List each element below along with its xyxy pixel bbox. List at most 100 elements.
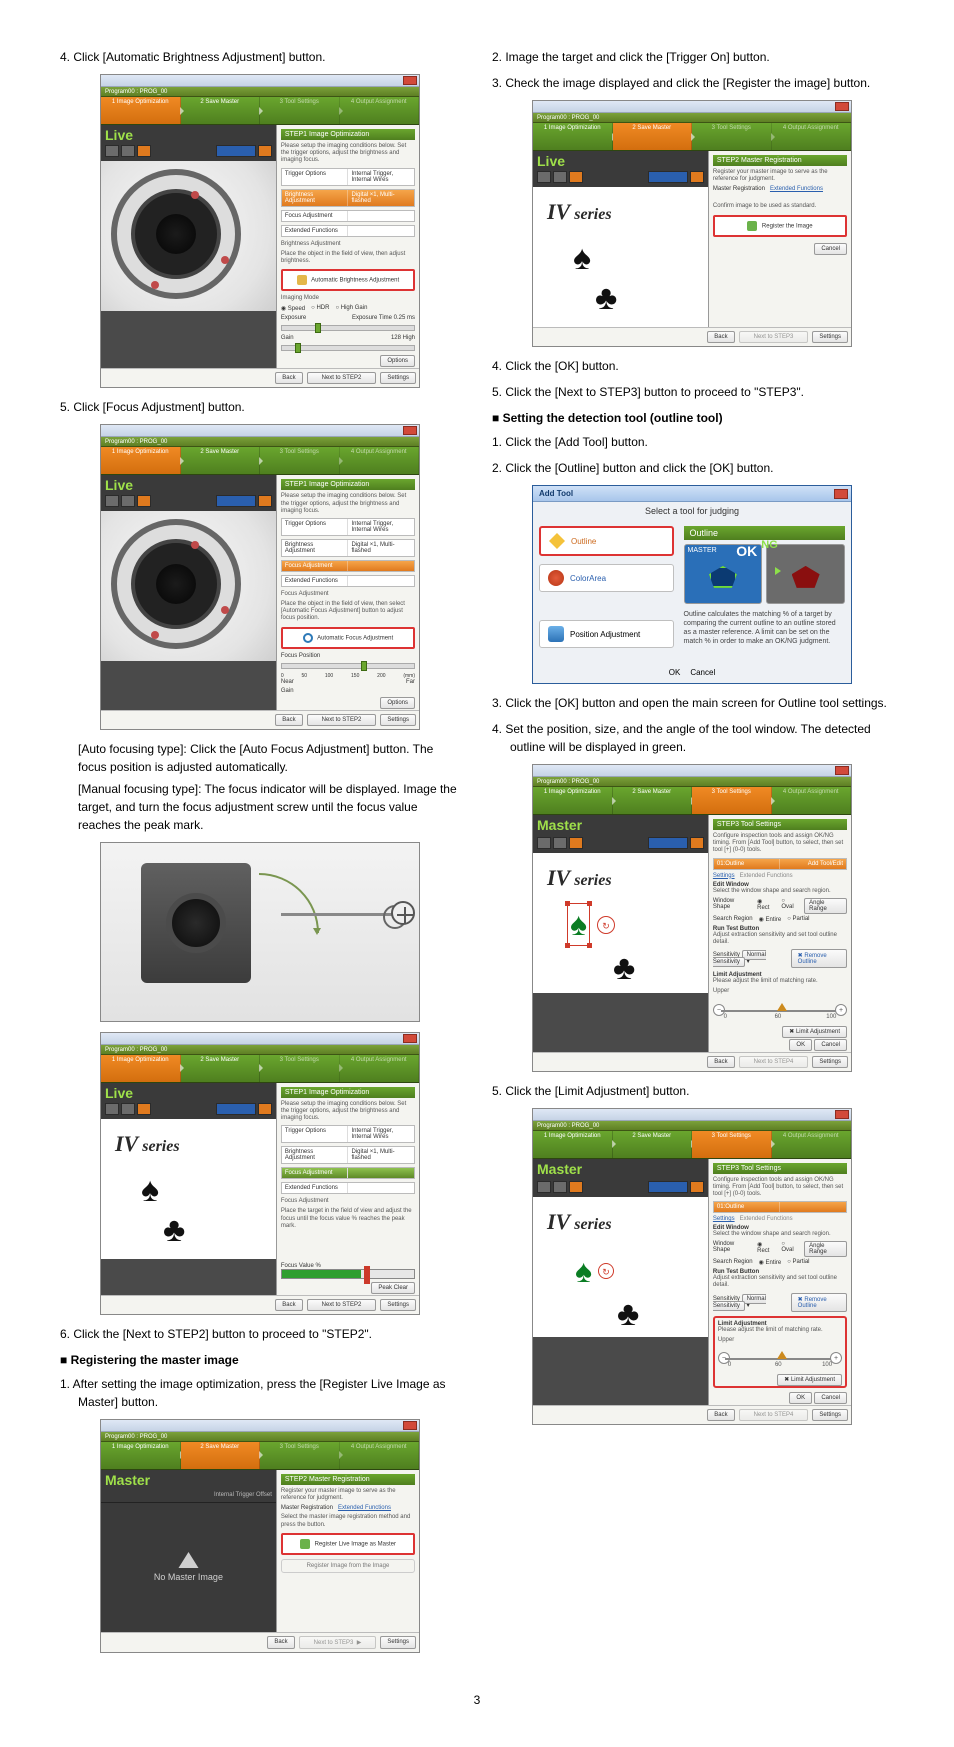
wizard-step-2[interactable]: 2 Save Master [181, 97, 261, 124]
register-icon [300, 1539, 310, 1549]
auto-focus-button[interactable]: Automatic Focus Adjustment [281, 627, 415, 649]
figure-register-image: Program00 : PROG_00 1 Image Optimization… [532, 100, 894, 347]
close-icon[interactable] [834, 489, 848, 499]
spade-icon-green: ♠ [575, 1253, 592, 1289]
heading-register-master: Registering the master image [60, 1353, 462, 1367]
row-focus-active[interactable]: Focus Adjustment [281, 560, 415, 572]
settings-button[interactable]: Settings [380, 372, 416, 384]
focus-pos-slider[interactable] [281, 663, 415, 669]
club-icon: ♣ [613, 949, 635, 988]
left-column: 4. Click [Automatic Brightness Adjustmen… [60, 40, 462, 1663]
autofocus-desc: [Auto focusing type]: Click the [Auto Fo… [78, 740, 462, 776]
right-column: 2. Image the target and click the [Trigg… [492, 40, 894, 1663]
row-extended[interactable]: Extended Functions [281, 225, 415, 237]
imaging-mode-label: Imaging Mode [281, 295, 415, 302]
wizard-step-1[interactable]: 1 Image Optimization [101, 97, 181, 124]
ok-button[interactable]: OK [789, 1039, 812, 1051]
register-image-button[interactable]: Register the Image [713, 215, 847, 237]
window-titlebar [101, 75, 419, 87]
toolbar-btn[interactable] [216, 145, 256, 157]
program-bar: Program00 : PROG_00 [101, 87, 419, 97]
next-step2-button[interactable]: Next to STEP2 [307, 372, 377, 384]
register-from-file-button[interactable]: Register Image from the Image [281, 1559, 415, 1573]
row-brightness[interactable]: Brightness AdjustmentDigital ×1, Multi-f… [281, 189, 415, 207]
close-icon[interactable] [835, 766, 849, 775]
tool-position-button[interactable]: Position Adjustment [539, 620, 674, 648]
rotation-arrow-icon [259, 873, 319, 933]
limit-adjust-button[interactable]: ✖ Limit Adjustment [782, 1026, 847, 1038]
brightness-subhead: Brightness Adjustment [281, 241, 415, 248]
row-focus[interactable]: Focus Adjustment [281, 210, 415, 222]
det-step-4: 4. Set the position, size, and the angle… [492, 720, 894, 756]
sun-icon [297, 275, 307, 285]
right-step-2: 2. Image the target and click the [Trigg… [492, 48, 894, 66]
exposure-slider[interactable] [281, 325, 415, 331]
master-label: Master [101, 1470, 276, 1490]
auto-brightness-button[interactable]: Automatic Brightness Adjustment [281, 269, 415, 291]
row-focus-green[interactable]: Focus Adjustment [281, 1167, 415, 1179]
cancel-button[interactable]: Cancel [814, 243, 847, 255]
preview-ng-card: NG [766, 544, 845, 604]
threshold-slider[interactable]: − + 0 60 100 [718, 1348, 842, 1370]
close-icon[interactable] [403, 1034, 417, 1043]
imaging-mode-radios[interactable]: ◉ Speed ○ HDR ○ High Gain [281, 305, 415, 312]
step-4: 4. Click [Automatic Brightness Adjustmen… [60, 48, 462, 66]
options-button[interactable]: Options [380, 355, 415, 367]
wizard-step-4[interactable]: 4 Output Assignment [340, 97, 420, 124]
right-step-3: 3. Check the image displayed and click t… [492, 74, 894, 92]
det-step-2: 2. Click the [Outline] button and click … [492, 459, 894, 477]
toolbar-btn[interactable] [105, 145, 119, 157]
cancel-button[interactable]: Cancel [814, 1039, 847, 1051]
camera-lens-view [101, 161, 276, 311]
det-step-5: 5. Click the [Limit Adjustment] button. [492, 1082, 894, 1100]
preview-description: Outline calculates the matching % of a t… [684, 610, 845, 646]
toolbar-btn[interactable] [137, 145, 151, 157]
angle-range-button[interactable]: Angle Range [804, 898, 847, 914]
remove-outline-button[interactable]: ✖ Remove Outline [791, 949, 847, 968]
outline-icon [549, 533, 565, 549]
ok-button[interactable]: OK [669, 668, 681, 677]
det-step-3: 3. Click the [OK] button and open the ma… [492, 694, 894, 712]
tool-outline-button[interactable]: Outline [539, 526, 674, 556]
limit-adjust-button[interactable]: ✖ Limit Adjustment [777, 1374, 842, 1386]
master-label: MASTER [688, 547, 717, 554]
step-5: 5. Click [Focus Adjustment] button. [60, 398, 462, 416]
dialog-subtitle: Select a tool for judging [533, 502, 851, 520]
figure-master-registration: Program00 : PROG_00 1 Image Optimization… [100, 1419, 462, 1653]
close-icon[interactable] [835, 102, 849, 111]
figure-limit-adjust: Program00 : PROG_00 1 Image Optimization… [532, 1108, 894, 1426]
tool-colorarea-button[interactable]: ColorArea [539, 564, 674, 592]
live-toolbar [101, 143, 276, 161]
row-trigger[interactable]: Trigger OptionsInternal Trigger, Interna… [281, 168, 415, 186]
close-icon[interactable] [403, 76, 417, 85]
options-button[interactable]: Options [380, 697, 415, 709]
peak-clear-button[interactable]: Peak Clear [371, 1282, 415, 1294]
page-number: 3 [60, 1693, 894, 1707]
toolbar-btn[interactable] [258, 145, 272, 157]
close-icon[interactable] [403, 426, 417, 435]
club-icon: ♣ [595, 279, 617, 318]
close-icon[interactable] [403, 1421, 417, 1430]
rotate-handle-icon[interactable]: ↻ [597, 916, 615, 934]
figure-camera-screw [100, 842, 420, 1022]
back-button[interactable]: Back [275, 372, 302, 384]
cancel-button[interactable]: Cancel [690, 668, 715, 677]
gain-slider[interactable] [281, 345, 415, 351]
warning-icon [178, 1552, 198, 1568]
register-live-image-button[interactable]: Register Live Image as Master [281, 1533, 415, 1555]
club-icon: ♣ [163, 1211, 185, 1250]
live-label: Live [101, 125, 276, 143]
target-icon [303, 633, 313, 643]
position-icon [548, 626, 564, 642]
master-preview-empty: No Master Image [101, 1502, 276, 1632]
toolbar-btn[interactable] [121, 145, 135, 157]
rotate-handle-icon[interactable]: ↻ [598, 1263, 614, 1279]
wizard-step-3[interactable]: 3 Tool Settings [260, 97, 340, 124]
close-icon[interactable] [835, 1110, 849, 1119]
preview-heading: Outline [684, 526, 845, 540]
ext-func-link[interactable]: Extended Functions [338, 1505, 391, 1511]
tool-row-outline[interactable]: 01:OutlineAdd Tool/Edit [713, 858, 847, 870]
dialog-title: Add Tool [533, 486, 851, 502]
threshold-slider[interactable]: − + 0 60 100 [713, 1000, 847, 1022]
step-reg-1: 1. After setting the image optimization,… [60, 1375, 462, 1411]
